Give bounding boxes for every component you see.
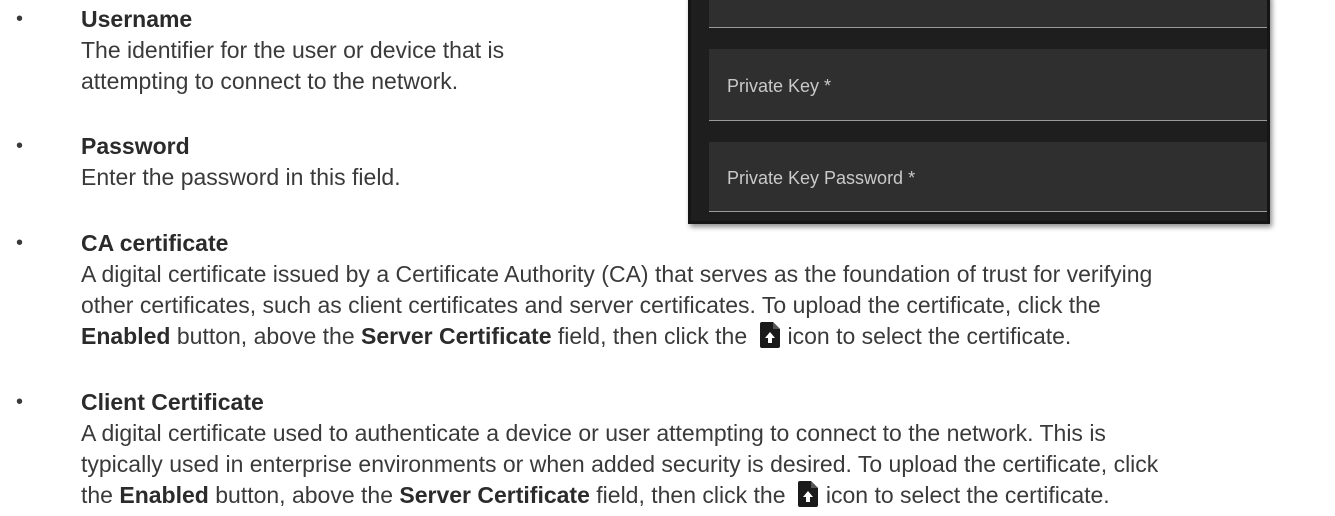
item-description: A digital certificate used to authentica…	[81, 418, 1158, 511]
item-description: Enter the password in this field.	[81, 162, 401, 193]
bullet-icon: •	[16, 135, 24, 157]
bullet-icon: •	[16, 391, 24, 413]
enabled-term: Enabled	[119, 482, 209, 508]
server-certificate-term: Server Certificate	[361, 323, 552, 349]
item-title: Password	[81, 133, 190, 159]
text-span: button, above the	[170, 323, 362, 349]
field-label: Private Key Password *	[727, 168, 916, 188]
field-top[interactable]	[709, 0, 1267, 28]
description-line: The identifier for the user or device th…	[81, 37, 505, 63]
bullet-icon: •	[16, 8, 24, 30]
server-certificate-term: Server Certificate	[399, 482, 590, 508]
field-label: Private Key *	[727, 76, 832, 96]
text-span: field, then click the	[589, 482, 786, 508]
description-line: attempting to connect to the network.	[81, 68, 459, 94]
text-span: the	[81, 482, 120, 508]
item-description: A digital certificate issued by a Certif…	[81, 259, 1152, 352]
text-span: field, then click the	[551, 323, 748, 349]
description-line: Enter the password in this field.	[81, 164, 401, 190]
description-line: other certificates, such as client certi…	[81, 292, 1101, 318]
bullet-icon: •	[16, 232, 24, 254]
text-span: icon to select the certificate.	[787, 323, 1072, 349]
description-line: A digital certificate issued by a Certif…	[81, 261, 1153, 287]
description-line: Enabled button, above the Server Certifi…	[81, 321, 1152, 352]
description-line: the Enabled button, above the Server Cer…	[81, 480, 1158, 511]
text-span: button, above the	[208, 482, 400, 508]
text-span: icon to select the certificate.	[825, 482, 1110, 508]
item-description: The identifier for the user or device th…	[81, 35, 504, 97]
item-title: CA certificate	[81, 230, 229, 256]
private-key-field[interactable]: Private Key *	[709, 49, 1267, 121]
item-title: Client Certificate	[81, 389, 264, 415]
description-line: A digital certificate used to authentica…	[81, 420, 1106, 446]
private-key-password-field[interactable]: Private Key Password *	[709, 142, 1267, 212]
file-upload-icon	[758, 321, 782, 349]
item-title: Username	[81, 6, 193, 32]
enabled-term: Enabled	[81, 323, 171, 349]
description-line: typically used in enterprise environment…	[81, 451, 1159, 477]
form-screenshot: Private Key * Private Key Password *	[688, 0, 1270, 224]
